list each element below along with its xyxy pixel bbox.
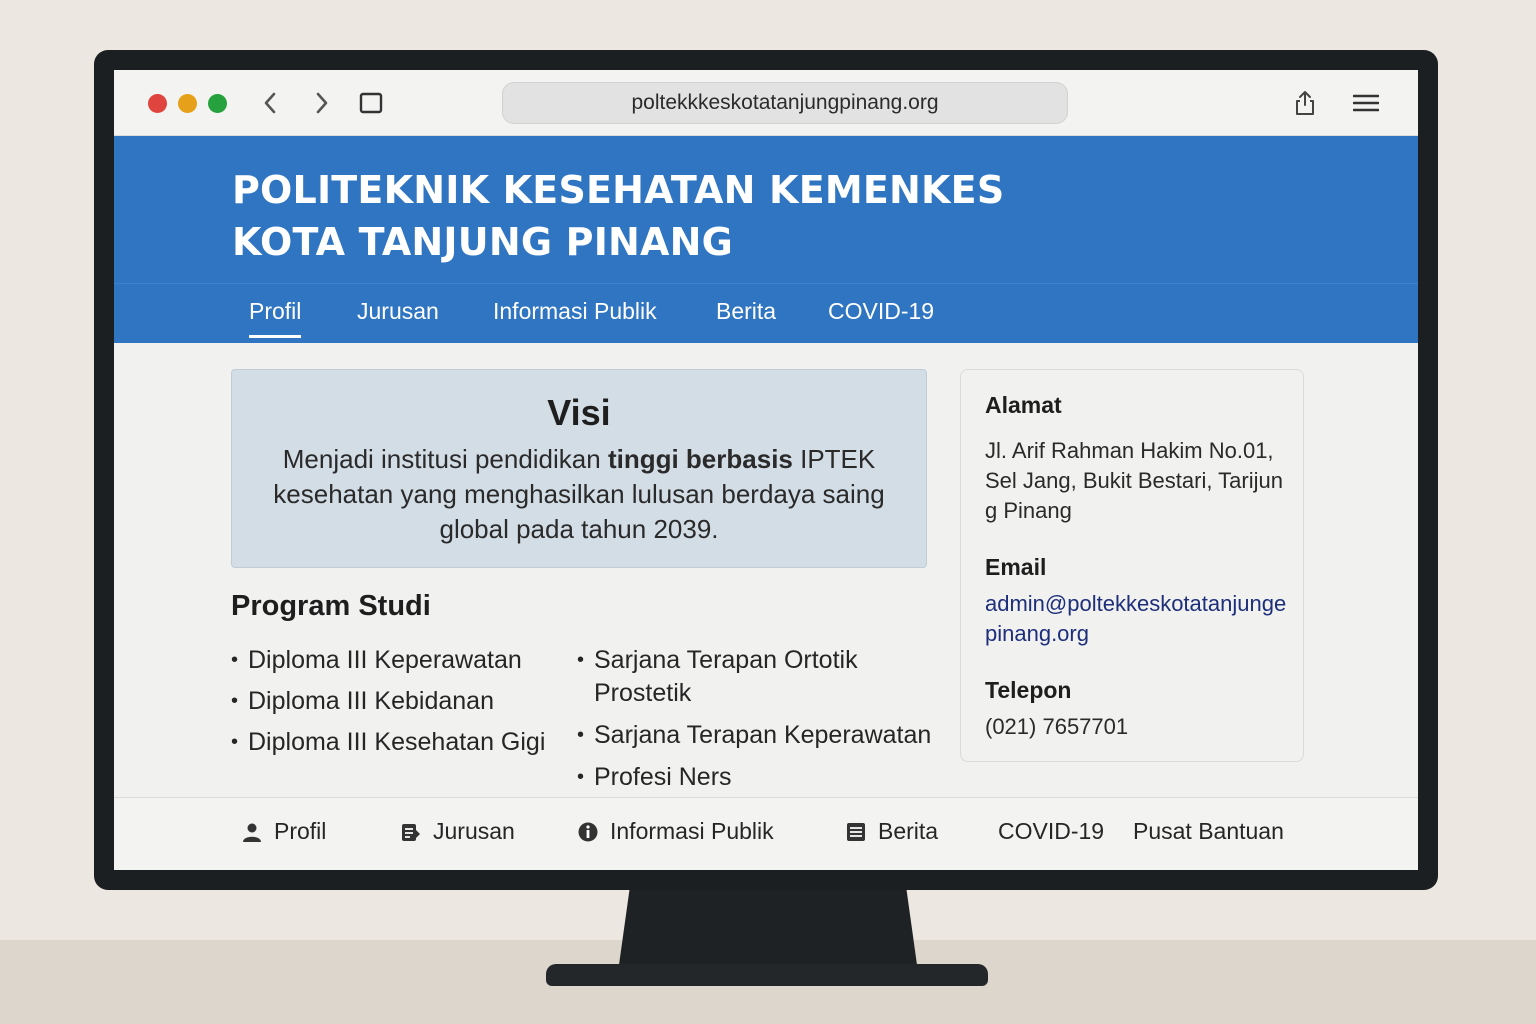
footer-nav: Profil Jurusan Informasi Publik Berita C…	[114, 797, 1418, 870]
person-icon	[242, 822, 262, 842]
program-list-right: Sarjana Terapan Ortotik Prostetik Sarjan…	[577, 644, 949, 803]
footer-item-label: Jurusan	[433, 818, 515, 844]
program-studi-heading: Program Studi	[231, 590, 431, 622]
phone-value: (021) 7657701	[985, 714, 1129, 739]
browser-window: poltekkkeskotatanjungpinang.org POLITEKN…	[114, 70, 1418, 870]
visi-text-start: Menjadi institusi pendidikan	[282, 444, 608, 474]
nav-tab-berita[interactable]: Berita	[716, 298, 776, 335]
footer-item-jurusan[interactable]: Jurusan	[401, 818, 515, 845]
program-item: Sarjana Terapan Ortotik Prostetik	[577, 644, 949, 710]
footer-item-profil[interactable]: Profil	[242, 818, 326, 845]
site-title: POLITEKNIK KESEHATAN KEMENKES KOTA TANJU…	[232, 164, 1004, 268]
nav-tab-profil[interactable]: Profil	[249, 298, 302, 338]
nav-tab-informasi-publik[interactable]: Informasi Publik	[493, 298, 657, 335]
program-item: Diploma III Kesehatan Gigi	[231, 726, 545, 759]
monitor-stand	[618, 886, 918, 972]
window-maximize-button[interactable]	[208, 94, 227, 113]
url-text: poltekkkeskotatanjungpinang.org	[631, 91, 939, 114]
browser-toolbar: poltekkkeskotatanjungpinang.org	[114, 70, 1418, 136]
program-item: Diploma III Kebidanan	[231, 685, 545, 718]
address-label: Alamat	[985, 392, 1062, 418]
email-link[interactable]: admin@poltekkeskotatanjungepinang.org	[985, 589, 1291, 649]
document-icon	[401, 822, 421, 842]
phone-label: Telepon	[985, 677, 1072, 703]
footer-item-informasi-publik[interactable]: Informasi Publik	[578, 818, 774, 845]
nav-tab-jurusan[interactable]: Jurusan	[357, 298, 439, 335]
main-nav: Profil Jurusan Informasi Publik Berita C…	[114, 283, 1418, 343]
visi-title: Visi	[547, 392, 611, 433]
program-item: Diploma III Keperawatan	[231, 644, 545, 677]
visi-text: Menjadi institusi pendidikan tinggi berb…	[262, 442, 896, 547]
program-list-left: Diploma III Keperawatan Diploma III Kebi…	[231, 644, 545, 767]
visi-panel: Visi Menjadi institusi pendidikan tinggi…	[231, 369, 927, 568]
footer-item-pusat-bantuan[interactable]: Pusat Bantuan	[1133, 818, 1284, 845]
address-value: Jl. Arif Rahman Hakim No.01, Sel Jang, B…	[985, 438, 1283, 523]
newspaper-icon	[846, 822, 866, 842]
window-minimize-button[interactable]	[178, 94, 197, 113]
tabs-icon[interactable]	[356, 88, 386, 118]
site-title-line-1: POLITEKNIK KESEHATAN KEMENKES	[232, 168, 1005, 212]
program-item: Profesi Ners	[577, 761, 949, 794]
window-close-button[interactable]	[148, 94, 167, 113]
info-icon	[578, 822, 598, 842]
site-header: POLITEKNIK KESEHATAN KEMENKES KOTA TANJU…	[114, 136, 1418, 283]
share-icon[interactable]	[1290, 88, 1320, 118]
footer-item-label: Pusat Bantuan	[1133, 818, 1284, 844]
nav-tab-covid-19[interactable]: COVID-19	[828, 298, 934, 335]
forward-icon[interactable]	[307, 88, 337, 118]
footer-item-label: Informasi Publik	[610, 818, 774, 844]
visi-text-bold: tinggi berbasis	[607, 444, 793, 474]
address-bar[interactable]: poltekkkeskotatanjungpinang.org	[502, 82, 1068, 124]
contact-card: Alamat Jl. Arif Rahman Hakim No.01, Sel …	[960, 369, 1304, 762]
email-label: Email	[985, 554, 1047, 580]
program-item: Sarjana Terapan Keperawatan	[577, 719, 949, 752]
footer-item-label: Profil	[274, 818, 327, 844]
footer-item-berita[interactable]: Berita	[846, 818, 938, 845]
site-title-line-2: KOTA TANJUNG PINANG	[232, 220, 734, 264]
menu-icon[interactable]	[1351, 88, 1381, 118]
footer-item-covid-19[interactable]: COVID-19	[998, 818, 1104, 845]
back-icon[interactable]	[255, 88, 285, 118]
footer-item-label: COVID-19	[998, 818, 1105, 844]
footer-item-label: Berita	[878, 818, 939, 844]
monitor-base	[546, 964, 988, 986]
